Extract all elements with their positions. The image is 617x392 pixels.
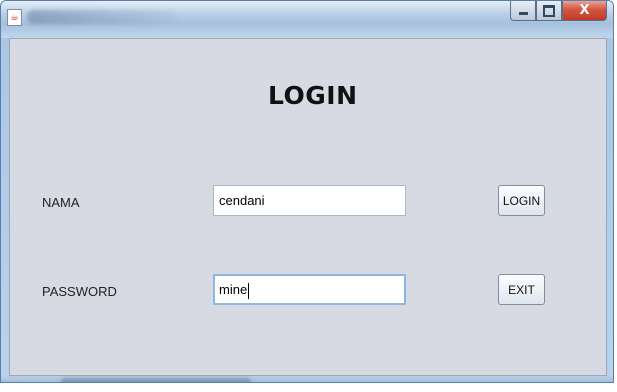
password-field[interactable]: mine xyxy=(213,274,406,305)
window-title-blurred xyxy=(27,10,177,24)
minimize-button[interactable] xyxy=(510,1,536,21)
nama-field[interactable]: cendani xyxy=(213,185,406,216)
nama-label: NAMA xyxy=(42,195,80,210)
password-label: PASSWORD xyxy=(42,284,117,299)
close-button[interactable]: X xyxy=(562,1,607,21)
page-title: LOGIN xyxy=(268,81,358,110)
window-controls: X xyxy=(510,1,607,23)
login-panel: LOGIN NAMA cendani LOGIN PASSWORD mine E… xyxy=(9,38,607,376)
maximize-icon xyxy=(543,4,555,17)
blurred-background-text xyxy=(61,378,251,382)
password-field-value: mine xyxy=(219,282,248,297)
login-window: ☕ X LOGIN NAMA cendani LOGIN PASSWORD mi… xyxy=(0,0,614,383)
login-button[interactable]: LOGIN xyxy=(498,185,545,216)
maximize-button[interactable] xyxy=(536,1,562,21)
close-icon: X xyxy=(579,3,590,18)
java-cup-icon[interactable]: ☕ xyxy=(7,9,22,26)
text-caret xyxy=(248,282,250,299)
title-bar[interactable]: ☕ X xyxy=(1,1,613,38)
minimize-icon xyxy=(518,12,528,15)
exit-button[interactable]: EXIT xyxy=(498,274,545,305)
nama-field-value: cendani xyxy=(219,193,265,208)
